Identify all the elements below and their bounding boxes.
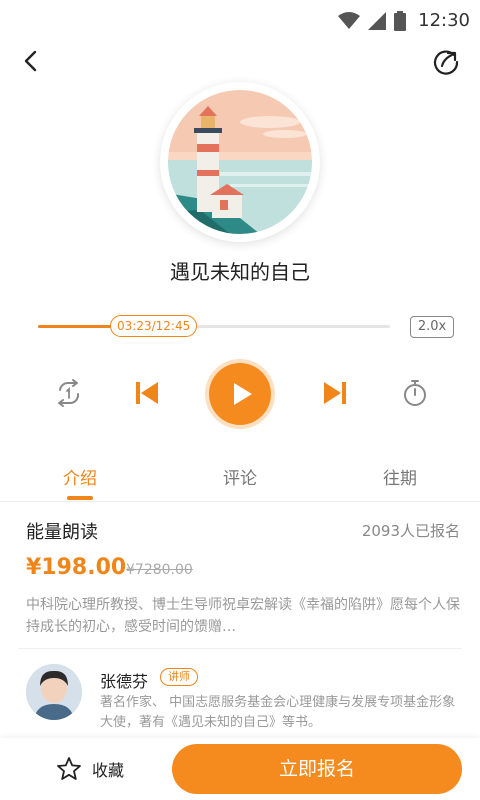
wifi-icon: [338, 11, 361, 29]
course-name: 能量朗读: [26, 522, 98, 543]
teacher-badge: 讲师: [160, 668, 198, 686]
timer-icon: [404, 380, 426, 406]
tab-active-indicator: [67, 496, 93, 500]
progress-track[interactable]: [38, 325, 390, 328]
favorite-button[interactable]: 收藏: [56, 756, 124, 782]
previous-button[interactable]: [134, 380, 160, 410]
play-icon: [234, 383, 252, 405]
star-icon: [57, 757, 81, 780]
tab-intro[interactable]: 介绍: [40, 464, 120, 489]
bottom-bar: 收藏 立即报名: [0, 738, 480, 800]
teacher-avatar[interactable]: [26, 664, 82, 720]
enrolled-count: 2093人已报名: [361, 522, 460, 540]
status-time: 12:30: [418, 10, 470, 31]
back-button[interactable]: [16, 46, 46, 76]
favorite-label: 收藏: [92, 761, 125, 780]
original-price: ¥7280.00: [126, 562, 193, 578]
next-button[interactable]: [322, 380, 348, 410]
course-description: 中科院心理所教授、博士生导师祝卓宏解读《幸福的陷阱》愿每个人保持成长的初心，感受…: [26, 597, 460, 635]
timer-button[interactable]: [400, 378, 430, 412]
play-button[interactable]: [209, 363, 271, 425]
signal-icon: [368, 11, 387, 30]
share-button[interactable]: [430, 46, 462, 78]
avatar-image: [26, 664, 82, 720]
tab-past[interactable]: 往期: [360, 464, 440, 489]
teacher-bio: 著名作家、 中国志愿服务基金会心理健康与发展专项基金形象大使，著有《遇见未知的自…: [100, 695, 456, 730]
progress-area: 03:23/12:45 2.0x: [0, 312, 480, 342]
divider: [18, 648, 462, 649]
battery-icon: [394, 10, 407, 31]
lighthouse-illustration: [164, 86, 316, 238]
repeat-button[interactable]: [54, 378, 84, 412]
tab-comments[interactable]: 评论: [200, 464, 280, 489]
teacher-name: 张德芬: [100, 672, 149, 691]
share-icon: [433, 50, 459, 75]
tab-bar: 介绍 评论 往期: [0, 452, 480, 502]
speed-button[interactable]: 2.0x: [410, 316, 454, 338]
playback-controls: [0, 360, 480, 428]
signup-button[interactable]: 立即报名: [172, 744, 462, 794]
nav-bar: [0, 40, 480, 84]
album-cover: [160, 82, 320, 242]
next-icon: [324, 382, 346, 404]
time-display[interactable]: 03:23/12:45: [110, 315, 198, 337]
back-arrow-icon: [24, 50, 37, 72]
price: ¥198.00: [26, 555, 127, 580]
previous-icon: [136, 382, 158, 404]
status-icons: 12:30: [338, 10, 470, 31]
repeat-one-icon: [58, 379, 80, 407]
status-bar: 12:30: [0, 0, 480, 44]
track-title: 遇见未知的自己: [170, 260, 310, 284]
